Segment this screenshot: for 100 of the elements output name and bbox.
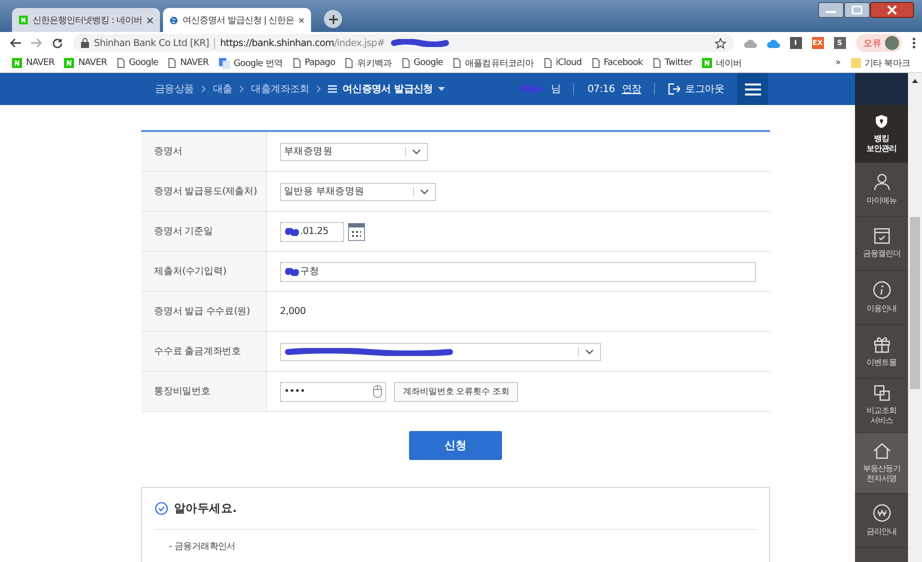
password-field[interactable]: •••• [280, 382, 386, 402]
dropdown[interactable]: 부채증명원 [280, 142, 428, 160]
breadcrumb-link[interactable]: 대출 [212, 82, 232, 96]
close-icon[interactable] [870, 2, 914, 18]
bookmark[interactable]: Google [414, 58, 443, 68]
back-arrow-icon[interactable] [10, 38, 21, 48]
browser-tab[interactable]: 신한은행인터넷뱅킹 : 네이버 [12, 8, 160, 32]
bookmark[interactable]: 네이버 [716, 56, 742, 70]
bookmark[interactable]: iCloud [556, 58, 582, 68]
close-icon[interactable] [146, 16, 153, 24]
cloud-icon[interactable] [766, 38, 780, 48]
fee-amount: 2,000 [280, 306, 306, 317]
chevron-right-icon [239, 85, 244, 93]
browser-tab[interactable]: 여신증명서 발급신청 | 신한은 [163, 8, 311, 32]
page-icon [544, 58, 552, 68]
dropdown[interactable] [280, 342, 601, 360]
field-label: 증명서 발급 수수료(원) [141, 292, 267, 331]
page-icon [116, 58, 125, 68]
n-logo-icon [12, 58, 22, 68]
menu-icon [744, 82, 760, 96]
caret-down-icon [438, 87, 445, 91]
field-label: 증명서 발급용도(제출처) [141, 172, 267, 211]
maximize-icon[interactable] [844, 2, 870, 18]
translate-icon [218, 58, 230, 68]
n-logo-icon [64, 58, 74, 68]
star-icon[interactable] [714, 38, 726, 48]
calendar-icon[interactable] [348, 222, 365, 240]
page-icon [292, 58, 301, 68]
page-icon [452, 58, 461, 68]
page-icon [592, 58, 600, 68]
redaction-mark [518, 85, 544, 93]
address-bar[interactable]: Shinhan Bank Co Ltd [KR] https://bank.shinhan.com/index.jsp# [73, 34, 734, 52]
user-name: 님 [550, 83, 560, 96]
globe-icon [170, 14, 178, 26]
field-label: 증명서 기준일 [141, 212, 267, 251]
chevron-down-icon [420, 188, 429, 194]
chevron-down-icon [412, 148, 421, 154]
logout-icon [668, 83, 680, 95]
new-tab-button[interactable] [324, 10, 342, 28]
field-label: 수수료 출금계좌번호 [141, 332, 267, 371]
bookmark[interactable]: NAVER [180, 58, 209, 68]
more-bookmarks-button[interactable]: » [835, 58, 841, 68]
bookmark[interactable]: Papago [304, 58, 336, 68]
gift-icon [872, 335, 890, 354]
scrollbar[interactable] [908, 73, 922, 562]
bookmark[interactable]: NAVER [26, 58, 54, 68]
bookmark-folder[interactable]: 기타 북마크 [864, 56, 910, 70]
info-icon [872, 281, 890, 300]
bookmark[interactable]: Google 번역 [234, 56, 283, 70]
extend-link[interactable]: 연장 [622, 82, 642, 96]
notice-title: 알아두세요. [174, 501, 237, 516]
scrollbar-thumb[interactable] [910, 217, 920, 389]
session-timer: 07:16 [587, 84, 615, 94]
chevron-down-icon [585, 348, 594, 354]
list-icon [328, 85, 338, 93]
shield-icon [875, 114, 888, 129]
breadcrumb-link[interactable]: 금융상품 [155, 82, 194, 96]
notice-item: - 금융거래확인서 [168, 541, 236, 553]
bookmark[interactable]: Twitter [664, 58, 692, 68]
dropdown[interactable]: 일반용 부채증명원 [280, 182, 436, 200]
field-label: 통장비밀번호 [141, 372, 267, 411]
redaction-mark [390, 39, 450, 47]
field-label: 증명서 [141, 132, 267, 171]
profile-button[interactable]: 오류 [856, 34, 902, 52]
menu-icon[interactable] [912, 37, 916, 49]
current-page-menu[interactable]: 여신증명서 발급신청 [328, 82, 445, 96]
n-logo-icon [702, 58, 712, 68]
check-circle-icon [155, 502, 168, 515]
chevron-right-icon [316, 85, 322, 93]
scroll-up-icon[interactable] [912, 79, 918, 83]
bookmark[interactable]: Google [128, 58, 158, 68]
side-menu-header [855, 73, 908, 105]
check-error-count-button[interactable]: 계좌비밀번호 오류횟수 조회 [394, 382, 518, 402]
bookmark[interactable]: Facebook [604, 58, 643, 68]
plus-icon [328, 14, 338, 24]
text-field[interactable]: 구청 [280, 262, 756, 282]
menu-button[interactable] [737, 73, 768, 105]
minimize-icon[interactable] [818, 2, 844, 18]
logout-button[interactable]: 로그아웃 [668, 82, 724, 96]
bookmark[interactable]: NAVER [78, 58, 107, 68]
calendar-icon [874, 228, 890, 244]
close-icon[interactable] [299, 16, 304, 24]
date-field[interactable]: .01.25 [280, 222, 344, 242]
field-label: 제출처(수기입력) [141, 252, 267, 291]
apply-button[interactable]: 신청 [409, 431, 502, 460]
page-icon [168, 58, 176, 68]
person-icon [874, 173, 890, 192]
bookmark[interactable]: 위키백과 [357, 56, 392, 70]
bookmark[interactable]: 애플컴퓨터코리아 [464, 56, 534, 70]
breadcrumb-link[interactable]: 대출계좌조회 [251, 82, 310, 96]
side-menu-item[interactable]: 뱅킹 보안관리 [855, 105, 908, 163]
lock-icon [81, 38, 89, 48]
side-menu-item[interactable]: 부동산등기 전자서명 [855, 433, 908, 494]
n-logo-icon [19, 15, 28, 25]
mouse-icon [373, 385, 382, 398]
overlapping-squares-icon [874, 385, 890, 402]
house-icon [872, 442, 890, 459]
page-icon [652, 58, 661, 68]
page-icon [345, 58, 354, 68]
reload-icon[interactable] [52, 38, 63, 48]
